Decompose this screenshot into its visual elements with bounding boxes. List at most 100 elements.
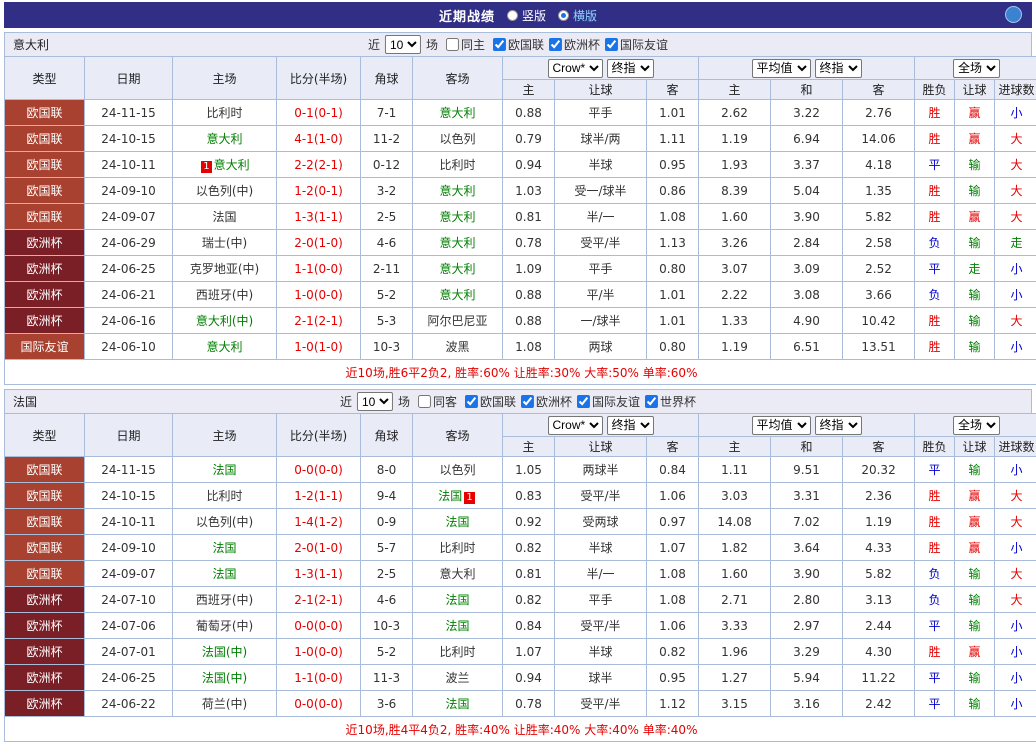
- league-filter[interactable]: 国际友谊: [577, 393, 640, 410]
- away-team-cell[interactable]: 法国1: [413, 483, 503, 509]
- away-team-cell[interactable]: 意大利: [413, 204, 503, 230]
- score-cell[interactable]: 4-1(1-0): [277, 126, 361, 152]
- league-checkbox[interactable]: [645, 395, 658, 408]
- home-team-cell[interactable]: 意大利: [173, 126, 277, 152]
- home-team-cell[interactable]: 西班牙(中): [173, 587, 277, 613]
- odds-time-select-1[interactable]: 终指: [607, 59, 654, 78]
- same-venue-checkbox[interactable]: [418, 395, 431, 408]
- home-team-cell[interactable]: 比利时: [173, 483, 277, 509]
- away-team-cell[interactable]: 以色列: [413, 126, 503, 152]
- score-cell[interactable]: 0-0(0-0): [277, 457, 361, 483]
- home-team-cell[interactable]: 法国(中): [173, 665, 277, 691]
- team-name: 意大利: [439, 567, 475, 581]
- league-checkbox[interactable]: [577, 395, 590, 408]
- score-cell[interactable]: 2-0(1-0): [277, 230, 361, 256]
- away-team-cell[interactable]: 比利时: [413, 152, 503, 178]
- score-cell[interactable]: 2-1(2-1): [277, 587, 361, 613]
- layout-radio-vertical[interactable]: 竖版: [507, 7, 546, 24]
- away-team-cell[interactable]: 意大利: [413, 100, 503, 126]
- home-team-cell[interactable]: 葡萄牙(中): [173, 613, 277, 639]
- league-filter[interactable]: 欧洲杯: [521, 393, 572, 410]
- score-cell[interactable]: 0-0(0-0): [277, 691, 361, 717]
- away-team-cell[interactable]: 意大利: [413, 178, 503, 204]
- score-cell[interactable]: 1-2(1-1): [277, 483, 361, 509]
- home-team-cell[interactable]: 西班牙(中): [173, 282, 277, 308]
- league-checkbox[interactable]: [465, 395, 478, 408]
- score-cell[interactable]: 2-0(1-0): [277, 535, 361, 561]
- avg-away-odds-cell: 2.76: [843, 100, 915, 126]
- home-team-cell[interactable]: 意大利(中): [173, 308, 277, 334]
- score-cell[interactable]: 1-0(0-0): [277, 639, 361, 665]
- away-team-cell[interactable]: 法国: [413, 691, 503, 717]
- match-count-select[interactable]: 10: [357, 392, 393, 411]
- home-team-cell[interactable]: 比利时: [173, 100, 277, 126]
- score-cell[interactable]: 1-4(1-2): [277, 509, 361, 535]
- away-team-cell[interactable]: 比利时: [413, 535, 503, 561]
- match-count-select[interactable]: 10: [385, 35, 421, 54]
- score-cell[interactable]: 1-0(0-0): [277, 282, 361, 308]
- odds-time-select-2[interactable]: 终指: [815, 59, 862, 78]
- average-select[interactable]: 平均值: [752, 416, 811, 435]
- league-filter[interactable]: 欧国联: [493, 36, 544, 53]
- home-team-cell[interactable]: 荷兰(中): [173, 691, 277, 717]
- league-filter[interactable]: 欧洲杯: [549, 36, 600, 53]
- score-cell[interactable]: 2-1(2-1): [277, 308, 361, 334]
- home-team-cell[interactable]: 法国: [173, 561, 277, 587]
- away-team-cell[interactable]: 比利时: [413, 639, 503, 665]
- league-checkbox[interactable]: [521, 395, 534, 408]
- home-team-cell[interactable]: 以色列(中): [173, 178, 277, 204]
- home-team-cell[interactable]: 法国: [173, 457, 277, 483]
- match-row: 欧国联24-09-10法国2-0(1-0)5-7比利时0.82半球1.071.8…: [5, 535, 1036, 561]
- home-team-cell[interactable]: 法国(中): [173, 639, 277, 665]
- away-team-cell[interactable]: 波兰: [413, 665, 503, 691]
- same-venue-filter[interactable]: 同客: [418, 393, 457, 410]
- score-cell[interactable]: 1-3(1-1): [277, 204, 361, 230]
- home-team-cell[interactable]: 1意大利: [173, 152, 277, 178]
- score-cell[interactable]: 1-1(0-0): [277, 665, 361, 691]
- score-cell[interactable]: 1-2(0-1): [277, 178, 361, 204]
- league-filter[interactable]: 欧国联: [465, 393, 516, 410]
- bookmaker-select[interactable]: Crow*: [548, 416, 603, 435]
- topbar-right-icon[interactable]: [1005, 6, 1022, 23]
- home-team-cell[interactable]: 瑞士(中): [173, 230, 277, 256]
- league-checkbox[interactable]: [493, 38, 506, 51]
- away-team-cell[interactable]: 意大利: [413, 561, 503, 587]
- score-cell[interactable]: 1-3(1-1): [277, 561, 361, 587]
- period-select[interactable]: 全场: [953, 59, 1000, 78]
- away-team-cell[interactable]: 法国: [413, 587, 503, 613]
- home-team-cell[interactable]: 法国: [173, 535, 277, 561]
- asian-away-odds-cell: 1.06: [647, 483, 699, 509]
- odds-time-select-1[interactable]: 终指: [607, 416, 654, 435]
- home-team-cell[interactable]: 意大利: [173, 334, 277, 360]
- away-team-cell[interactable]: 以色列: [413, 457, 503, 483]
- handicap-mark-cell: 赢: [955, 535, 995, 561]
- away-team-cell[interactable]: 阿尔巴尼亚: [413, 308, 503, 334]
- away-team-cell[interactable]: 法国: [413, 509, 503, 535]
- score-cell[interactable]: 2-2(2-1): [277, 152, 361, 178]
- league-checkbox[interactable]: [549, 38, 562, 51]
- league-filter[interactable]: 世界杯: [645, 393, 696, 410]
- score-cell[interactable]: 0-1(0-1): [277, 100, 361, 126]
- sub-header-result: 胜负: [915, 80, 955, 100]
- away-team-cell[interactable]: 法国: [413, 613, 503, 639]
- home-team-cell[interactable]: 以色列(中): [173, 509, 277, 535]
- same-venue-checkbox[interactable]: [446, 38, 459, 51]
- score-cell[interactable]: 1-1(0-0): [277, 256, 361, 282]
- same-venue-filter[interactable]: 同主: [446, 36, 485, 53]
- score-cell[interactable]: 0-0(0-0): [277, 613, 361, 639]
- home-team-cell[interactable]: 法国: [173, 204, 277, 230]
- odds-time-select-2[interactable]: 终指: [815, 416, 862, 435]
- average-select[interactable]: 平均值: [752, 59, 811, 78]
- league-checkbox[interactable]: [605, 38, 618, 51]
- period-select[interactable]: 全场: [953, 416, 1000, 435]
- away-team-cell[interactable]: 意大利: [413, 282, 503, 308]
- score-cell[interactable]: 1-0(1-0): [277, 334, 361, 360]
- layout-radio-horizontal[interactable]: 横版: [558, 7, 597, 24]
- away-team-cell[interactable]: 意大利: [413, 256, 503, 282]
- home-team-cell[interactable]: 克罗地亚(中): [173, 256, 277, 282]
- bookmaker-select[interactable]: Crow*: [548, 59, 603, 78]
- team-header-bar: 法国 近 10 场 同客 欧国联欧洲杯国际友谊世界杯: [4, 389, 1032, 414]
- away-team-cell[interactable]: 波黑: [413, 334, 503, 360]
- away-team-cell[interactable]: 意大利: [413, 230, 503, 256]
- league-filter[interactable]: 国际友谊: [605, 36, 668, 53]
